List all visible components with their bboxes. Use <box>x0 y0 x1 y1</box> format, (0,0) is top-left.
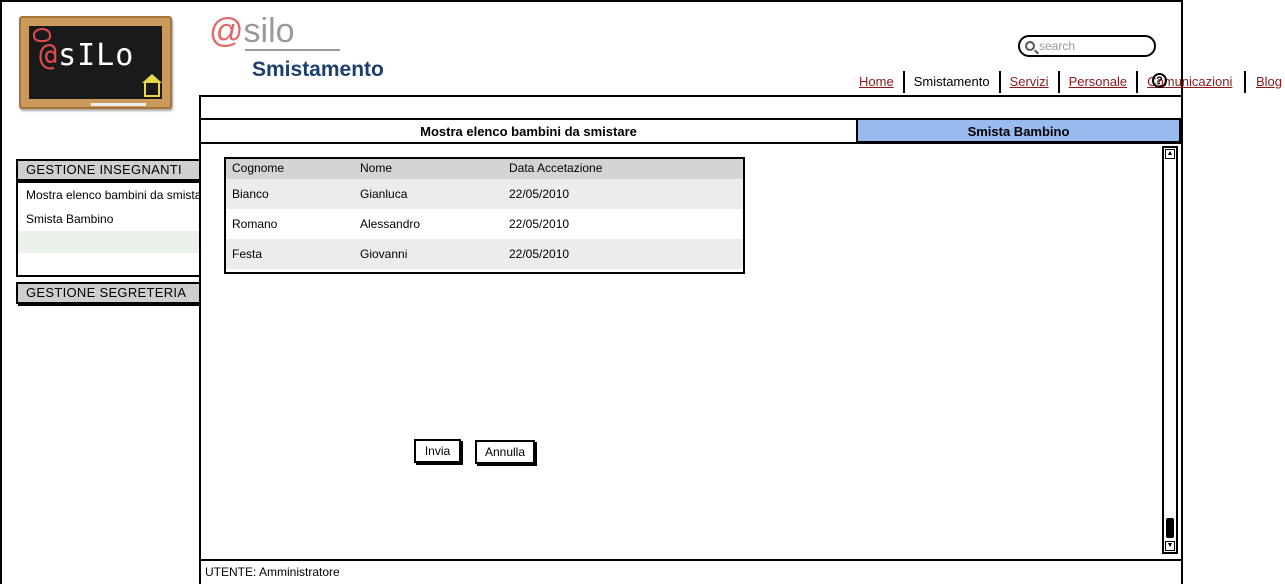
cell-nome: Alessandro <box>360 217 421 231</box>
cell-nome: Gianluca <box>360 187 408 201</box>
nav-home[interactable]: Home <box>850 71 903 93</box>
tab-smista-bambino[interactable]: Smista Bambino <box>856 118 1181 144</box>
brand-name: silo <box>243 12 295 50</box>
nav-separator <box>1244 71 1246 93</box>
help-icon[interactable]: ? <box>1152 73 1167 88</box>
footer-user: UTENTE: Amministratore <box>205 565 340 579</box>
table-header: Cognome Nome Data Accetazione <box>226 159 743 179</box>
nav-smistamento[interactable]: Smistamento <box>905 71 999 93</box>
nav-blog[interactable]: Blog <box>1256 71 1282 93</box>
nav-personale[interactable]: Personale <box>1060 71 1137 93</box>
cell-nome: Giovanni <box>360 247 408 261</box>
chalk-line <box>91 103 146 106</box>
annulla-button[interactable]: Annulla <box>475 440 535 464</box>
brand-title: @silo <box>209 12 295 51</box>
search-icon <box>1025 41 1035 51</box>
page-title: Smistamento <box>252 58 384 81</box>
footer-divider <box>199 559 1183 561</box>
invia-button[interactable]: Invia <box>414 439 461 463</box>
table-row[interactable]: Romano Alessandro 22/05/2010 <box>226 209 743 239</box>
logo[interactable]: @sILo <box>19 16 172 109</box>
brand-at: @ <box>209 12 244 50</box>
search-input[interactable] <box>1039 38 1149 54</box>
logo-rest: sILo <box>58 38 135 73</box>
sidebar-item-smista-bambino[interactable]: Smista Bambino <box>18 207 199 231</box>
scroll-up-icon[interactable]: ▲ <box>1165 149 1175 159</box>
cell-cognome: Romano <box>232 217 278 231</box>
top-nav: Home Smistamento Servizi Personale Comun… <box>850 71 1241 93</box>
sidebar-section-insegnanti[interactable]: GESTIONE INSEGNANTI <box>16 159 199 181</box>
sidebar-list: Mostra elenco bambini da smistare Smista… <box>16 181 199 277</box>
house-icon <box>142 74 162 97</box>
vertical-scrollbar[interactable]: ▲ ▼ <box>1162 146 1178 554</box>
table-row[interactable]: Bianco Gianluca 22/05/2010 <box>226 179 743 209</box>
column-header[interactable]: Cognome <box>232 159 284 177</box>
logo-text: @sILo <box>39 38 134 73</box>
logo-at: @ <box>39 38 59 73</box>
column-header[interactable]: Data Accetazione <box>509 159 602 177</box>
cell-data: 22/05/2010 <box>509 187 570 201</box>
table-row[interactable]: Festa Giovanni 22/05/2010 <box>226 239 743 269</box>
cell-cognome: Festa <box>232 247 263 261</box>
column-header[interactable]: Nome <box>360 159 392 177</box>
brand-underline <box>245 49 340 51</box>
scroll-thumb[interactable] <box>1166 518 1174 538</box>
cell-cognome: Bianco <box>232 187 269 201</box>
cell-data: 22/05/2010 <box>509 217 570 231</box>
children-table: Cognome Nome Data Accetazione Bianco Gia… <box>224 157 745 274</box>
sidebar-section-segreteria[interactable]: GESTIONE SEGRETERIA <box>16 282 199 304</box>
tab-bar: Mostra elenco bambini da smistare Smista… <box>199 118 1181 144</box>
sidebar-item-empty <box>18 231 199 253</box>
search-box[interactable] <box>1018 35 1156 57</box>
scroll-down-icon[interactable]: ▼ <box>1165 541 1175 551</box>
nav-servizi[interactable]: Servizi <box>1001 71 1058 93</box>
sidebar-item-mostra-elenco[interactable]: Mostra elenco bambini da smistare <box>18 183 199 207</box>
cell-data: 22/05/2010 <box>509 247 570 261</box>
tab-mostra-elenco[interactable]: Mostra elenco bambini da smistare <box>199 118 856 144</box>
